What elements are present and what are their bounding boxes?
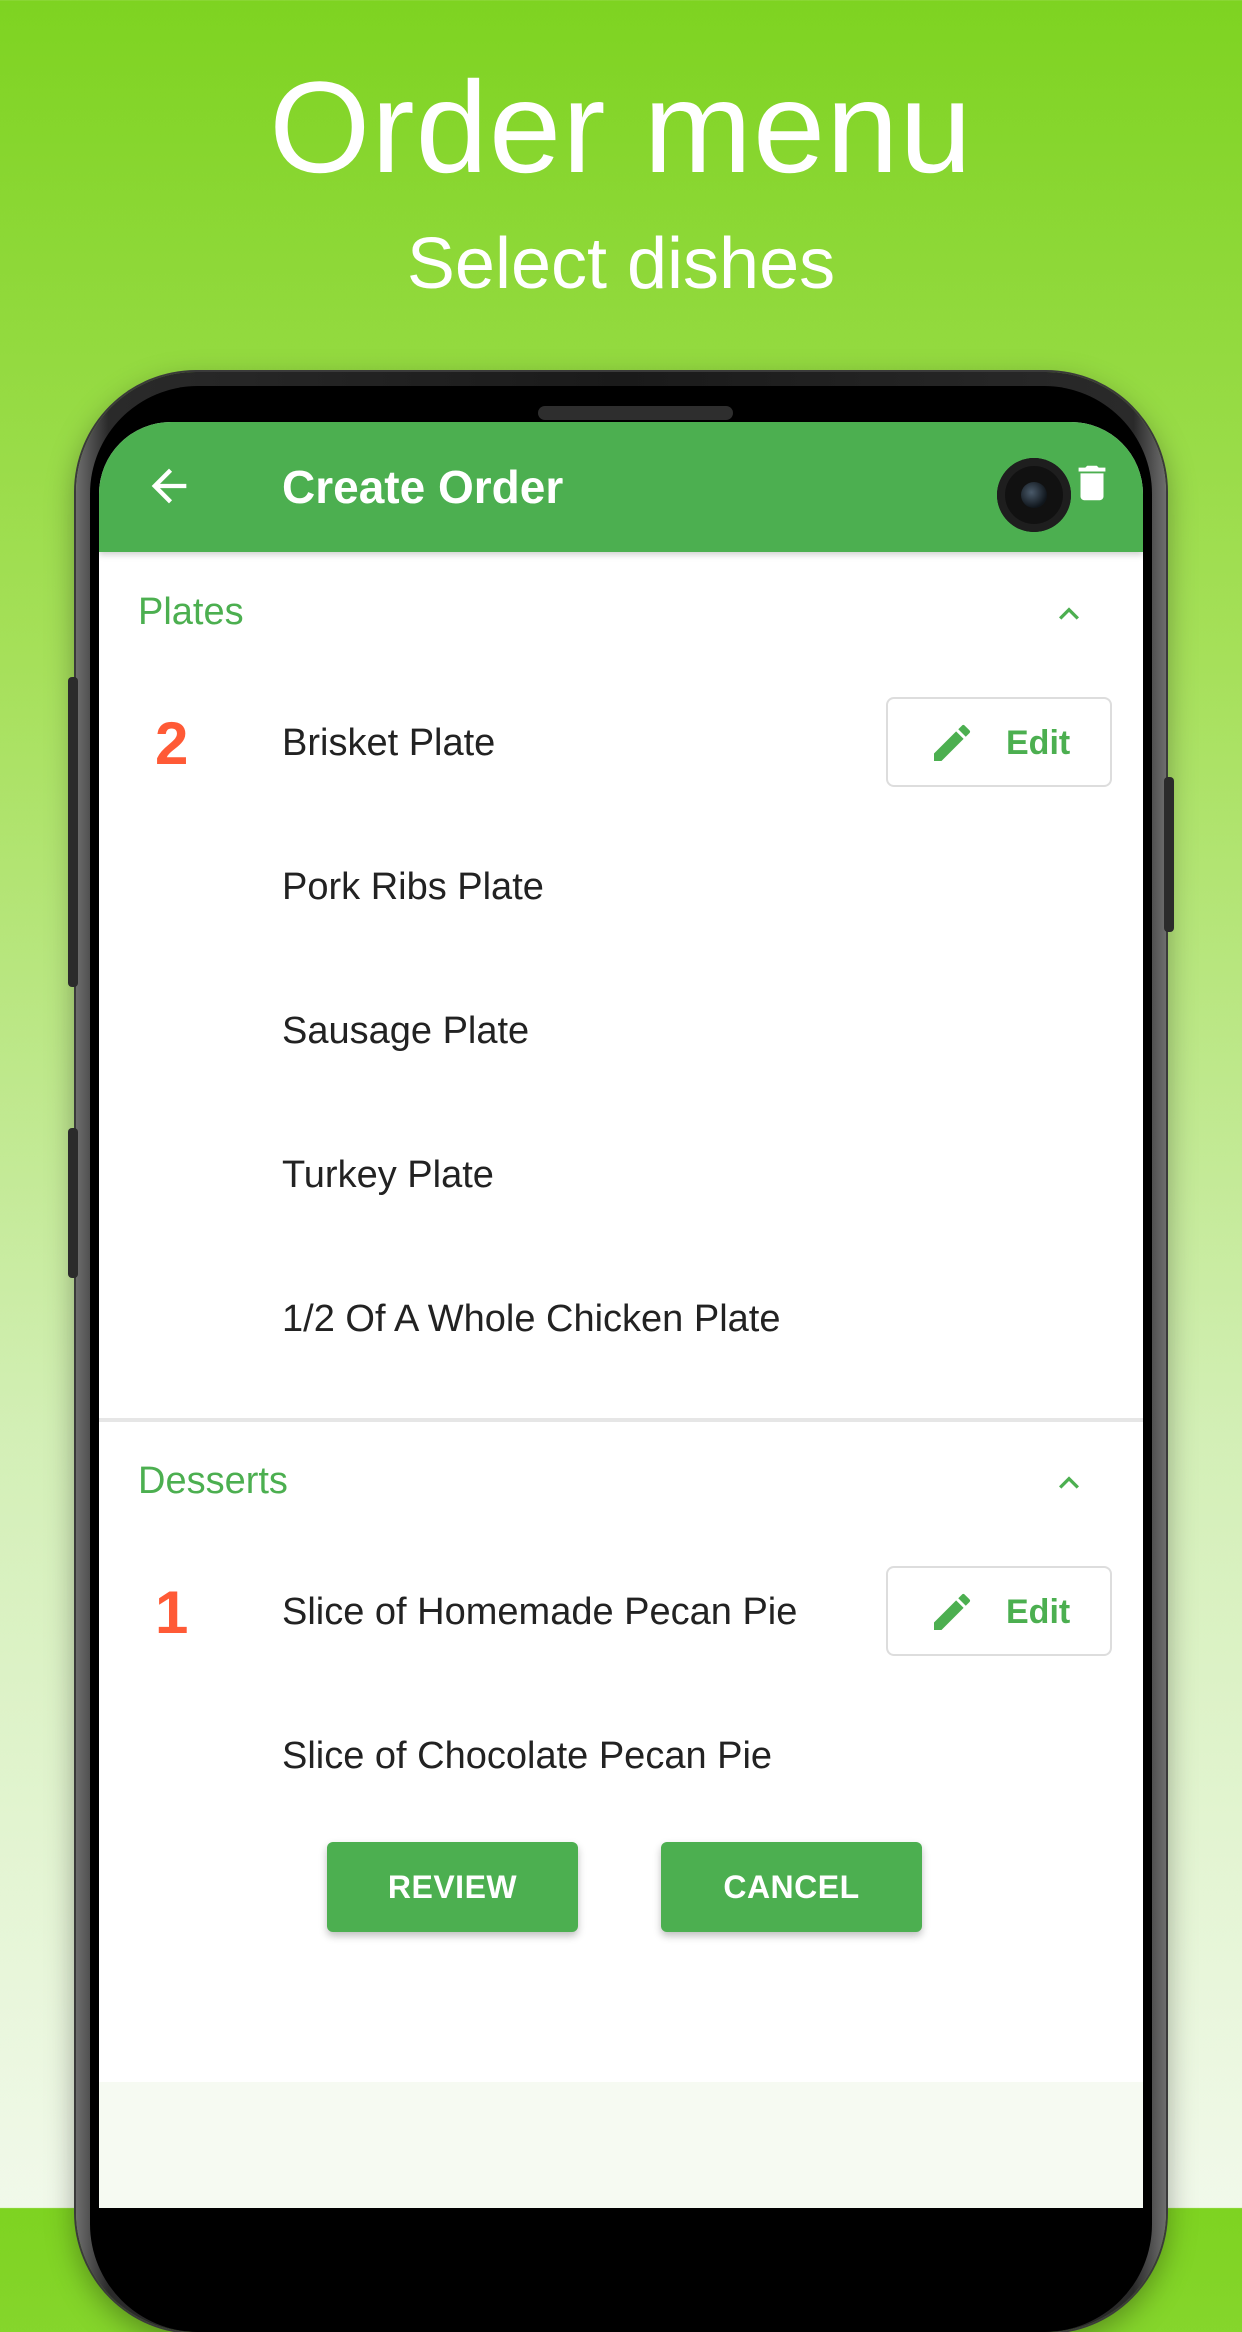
- review-button[interactable]: REVIEW: [327, 1842, 578, 1932]
- menu-item-row[interactable]: Pork Ribs Plate: [99, 816, 1143, 960]
- arrow-left-icon[interactable]: [143, 460, 195, 512]
- menu-item-row[interactable]: 1 Slice of Homemade Pecan Pie Edit: [99, 1541, 1143, 1685]
- menu-item-row[interactable]: Slice of Chocolate Pecan Pie: [99, 1685, 1143, 1829]
- menu-item-row[interactable]: Sausage Plate: [99, 960, 1143, 1104]
- section-header-plates[interactable]: Plates: [99, 552, 1143, 672]
- section-label: Desserts: [138, 1460, 288, 1502]
- bottom-area: [99, 2082, 1143, 2208]
- trash-icon[interactable]: [1069, 456, 1115, 510]
- edit-label: Edit: [1006, 724, 1071, 762]
- item-name: Slice of Homemade Pecan Pie: [282, 1591, 798, 1633]
- item-name: Slice of Chocolate Pecan Pie: [282, 1735, 773, 1777]
- item-name: Sausage Plate: [282, 1010, 530, 1052]
- item-quantity: 2: [155, 710, 189, 777]
- edit-button[interactable]: Edit: [886, 1566, 1112, 1656]
- pencil-icon: [934, 724, 971, 761]
- volume-button: [68, 677, 78, 987]
- power-button: [1164, 777, 1174, 932]
- cancel-button[interactable]: CANCEL: [661, 1842, 922, 1932]
- item-name: Pork Ribs Plate: [282, 866, 544, 908]
- order-content: Plates 2 Brisket Plate Edit Pork Ribs Pl…: [99, 552, 1143, 2082]
- pencil-icon: [934, 1593, 971, 1630]
- app-bar: Create Order: [99, 422, 1143, 552]
- app-screen: Create Order Plates 2 Brisket Plate Edit: [99, 422, 1143, 2208]
- section-label: Plates: [138, 591, 244, 633]
- edit-label: Edit: [1006, 1593, 1071, 1631]
- speaker-grille: [538, 406, 733, 420]
- section-header-desserts[interactable]: Desserts: [99, 1421, 1143, 1541]
- screen-title: Create Order: [282, 461, 564, 513]
- chevron-up-icon[interactable]: [1049, 594, 1089, 634]
- item-name: 1/2 Of A Whole Chicken Plate: [282, 1298, 781, 1340]
- item-name: Turkey Plate: [282, 1154, 494, 1196]
- promo-subtitle: Select dishes: [406, 224, 836, 304]
- menu-item-row[interactable]: Turkey Plate: [99, 1104, 1143, 1248]
- edit-button[interactable]: Edit: [886, 697, 1112, 787]
- menu-item-row[interactable]: 2 Brisket Plate Edit: [99, 672, 1143, 816]
- menu-item-row[interactable]: 1/2 Of A Whole Chicken Plate: [99, 1248, 1143, 1392]
- promo-title: Order menu: [269, 54, 973, 200]
- item-quantity: 1: [155, 1579, 189, 1646]
- side-button: [68, 1128, 78, 1278]
- chevron-up-icon[interactable]: [1049, 1463, 1089, 1503]
- item-name: Brisket Plate: [282, 722, 496, 764]
- front-camera: [997, 458, 1071, 532]
